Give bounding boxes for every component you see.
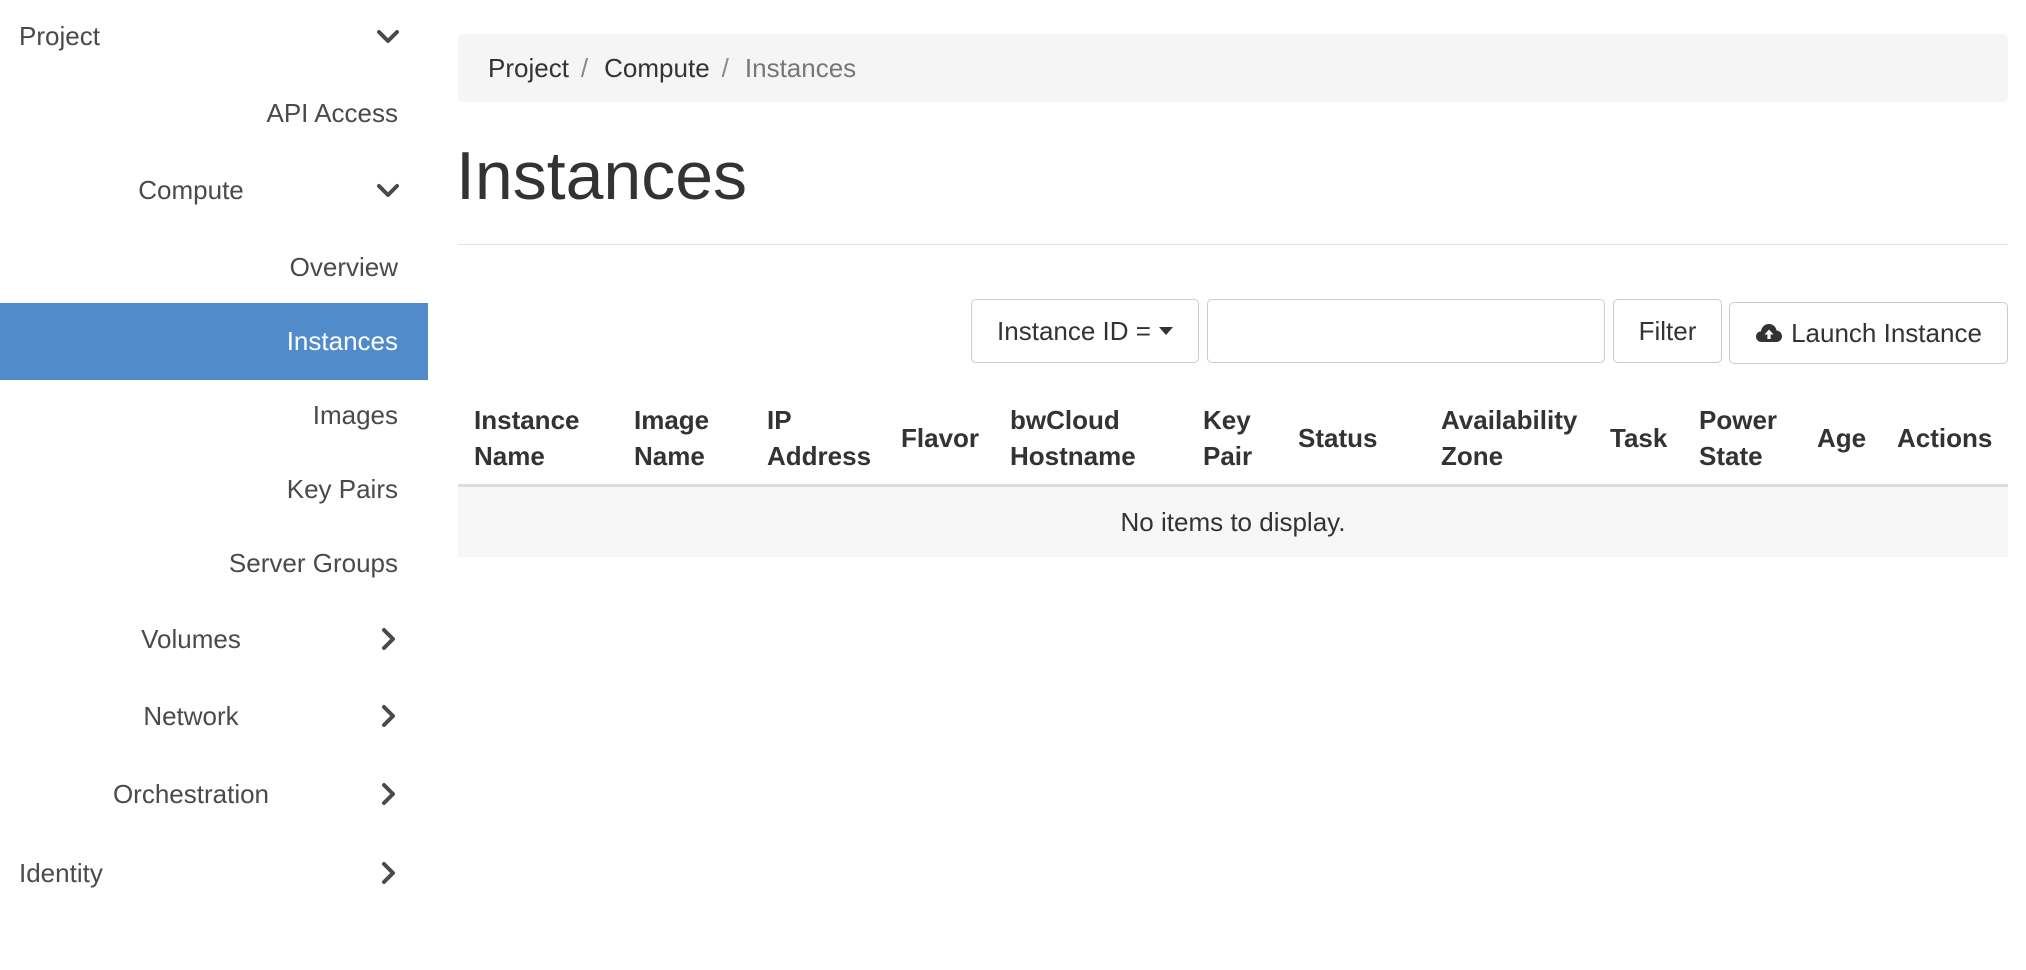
column-header-line: Hostname [1010, 441, 1136, 471]
page-title: Instances [456, 138, 748, 214]
sidebar-item-label: Identity [19, 857, 103, 888]
column-header-line: Zone [1441, 441, 1504, 471]
column-header-ip-address[interactable]: IP Address [767, 392, 887, 484]
column-header-line: IP [767, 405, 792, 435]
chevron-right-icon [376, 782, 400, 806]
filter-button[interactable]: Filter [1613, 299, 1722, 363]
column-header-line: bwCloud [1010, 405, 1120, 435]
column-header-line: Status [1298, 423, 1378, 453]
sidebar-item-label: Key Pairs [286, 473, 398, 504]
sidebar-item-api-access[interactable]: API Access [0, 83, 428, 143]
column-header-line: Availability [1441, 405, 1578, 435]
column-header-key-pair[interactable]: Key Pair [1203, 392, 1273, 484]
chevron-down-icon [376, 24, 400, 48]
sidebar-item-project[interactable]: Project [0, 6, 428, 66]
sidebar-item-label: Compute [138, 174, 244, 205]
breadcrumb-item-project[interactable]: Project [488, 53, 569, 84]
chevron-right-icon [376, 861, 400, 885]
column-header-flavor[interactable]: Flavor [901, 392, 991, 484]
column-header-line: Key [1203, 405, 1251, 435]
sidebar-item-server-groups[interactable]: Server Groups [0, 533, 428, 593]
sidebar-item-label: Volumes [141, 623, 241, 654]
sidebar-item-label: Images [312, 399, 398, 430]
column-header-line: Pair [1203, 441, 1253, 471]
sidebar-item-label: Instances [286, 326, 398, 356]
sidebar-item-orchestration[interactable]: Orchestration [0, 764, 428, 824]
column-header-actions[interactable]: Actions [1897, 392, 2002, 484]
column-header-line: State [1699, 441, 1763, 471]
chevron-right-icon [376, 627, 400, 651]
filter-input[interactable] [1207, 299, 1605, 363]
column-header-status[interactable]: Status [1298, 392, 1398, 484]
breadcrumb: Project / Compute / Instances [458, 34, 2008, 102]
column-header-line: Address [767, 441, 872, 471]
column-header-line: Name [474, 441, 545, 471]
caret-down-icon [1158, 327, 1173, 335]
launch-instance-label: Launch Instance [1791, 317, 1982, 348]
instances-table-header: Instance Name Image Name IP Address Flavor … [458, 392, 2008, 487]
breadcrumb-separator: / [580, 52, 589, 83]
column-header-image-name[interactable]: Image Name [634, 392, 754, 484]
launch-instance-button[interactable]: Launch Instance [1729, 302, 2008, 364]
table-empty-row: No items to display. [458, 487, 2008, 557]
column-header-task[interactable]: Task [1610, 392, 1680, 484]
column-header-line: Task [1610, 423, 1668, 453]
title-divider [458, 244, 2008, 245]
sidebar-item-label: API Access [266, 97, 399, 128]
empty-message: No items to display. [1120, 506, 1346, 537]
column-header-line: Age [1817, 423, 1867, 453]
sidebar-item-label: Orchestration [112, 778, 270, 809]
sidebar: Project API Access Compute Overview Inst… [0, 0, 428, 970]
column-header-line: Name [634, 441, 705, 471]
sidebar-item-label: Project [19, 20, 100, 51]
column-header-line: Power [1699, 405, 1778, 435]
sidebar-item-key-pairs[interactable]: Key Pairs [0, 459, 428, 519]
column-header-line: Image [634, 405, 710, 435]
filter-field-label: Instance ID = [997, 315, 1151, 346]
column-header-line: Instance [474, 405, 580, 435]
column-header-availability-zone[interactable]: Availability Zone [1441, 392, 1591, 484]
cloud-upload-icon [1755, 322, 1783, 344]
breadcrumb-item-compute[interactable]: Compute [604, 53, 710, 84]
column-header-line: Actions [1897, 423, 1993, 453]
column-header-line: Flavor [901, 423, 980, 453]
sidebar-item-instances[interactable]: Instances [0, 303, 428, 380]
breadcrumb-item-instances: Instances [744, 52, 857, 83]
sidebar-item-identity[interactable]: Identity [0, 843, 428, 903]
chevron-right-icon [376, 704, 400, 728]
sidebar-item-volumes[interactable]: Volumes [0, 609, 428, 669]
column-header-bwcloud-hostname[interactable]: bwCloud Hostname [1010, 392, 1160, 484]
sidebar-item-label: Overview [289, 251, 398, 282]
filter-field-select[interactable]: Instance ID = [971, 299, 1199, 363]
column-header-instance-name[interactable]: Instance Name [474, 392, 624, 484]
breadcrumb-separator: / [721, 52, 729, 83]
chevron-down-icon [376, 178, 400, 202]
column-header-age[interactable]: Age [1817, 392, 1877, 484]
filter-button-label: Filter [1638, 315, 1697, 346]
sidebar-item-network[interactable]: Network [0, 686, 428, 746]
sidebar-item-label: Network [143, 700, 239, 731]
sidebar-item-images[interactable]: Images [0, 385, 428, 445]
column-header-power-state[interactable]: Power State [1699, 392, 1789, 484]
sidebar-item-label: Server Groups [228, 547, 398, 578]
sidebar-item-overview[interactable]: Overview [0, 237, 428, 297]
sidebar-item-compute[interactable]: Compute [0, 160, 428, 220]
